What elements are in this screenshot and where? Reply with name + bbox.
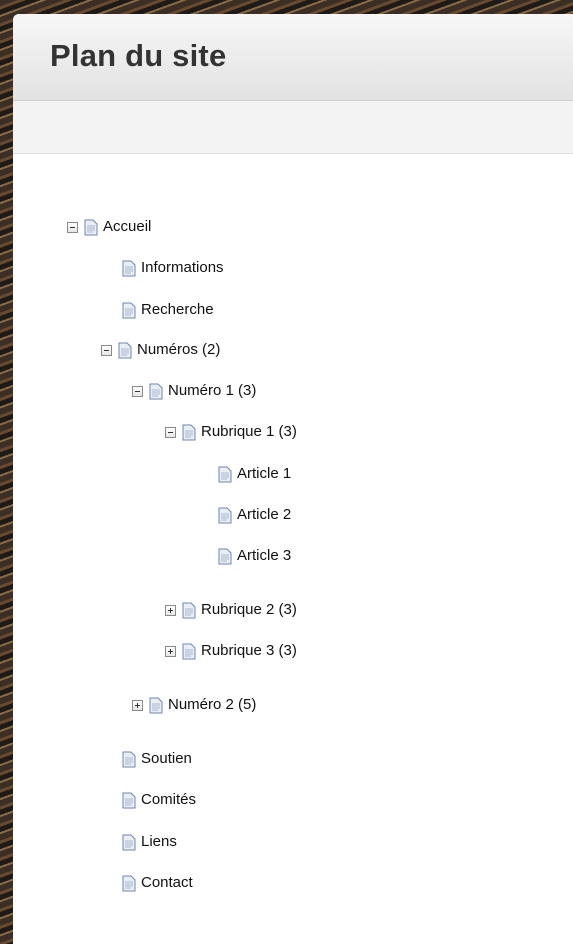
tree-node-article-2: Article 2 <box>218 505 291 525</box>
document-icon <box>182 643 196 659</box>
document-icon <box>122 792 136 808</box>
document-icon <box>149 697 163 713</box>
tree-link-article-2[interactable]: Article 2 <box>237 505 291 525</box>
document-icon <box>218 507 232 523</box>
collapse-icon[interactable] <box>132 385 143 397</box>
collapse-icon[interactable] <box>165 426 176 438</box>
tree-node-rubrique-1: Rubrique 1 (3) <box>165 422 297 442</box>
document-icon <box>122 751 136 767</box>
page-title: Plan du site <box>50 38 227 73</box>
tree-link-numero-2[interactable]: Numéro 2 (5) <box>168 695 256 715</box>
document-icon <box>218 548 232 564</box>
tree-node-recherche: Recherche <box>122 300 214 320</box>
tree-link-numero-1[interactable]: Numéro 1 (3) <box>168 381 256 401</box>
tree-node-liens: Liens <box>122 832 177 852</box>
tree-node-informations: Informations <box>122 258 224 278</box>
tree-node-rubrique-3: Rubrique 3 (3) <box>165 641 297 661</box>
document-icon <box>122 875 136 891</box>
expand-icon[interactable] <box>165 604 176 616</box>
tree-link-soutien[interactable]: Soutien <box>141 749 192 769</box>
document-icon <box>149 383 163 399</box>
tree-node-numeros: Numéros (2) <box>101 340 220 360</box>
document-icon <box>122 260 136 276</box>
collapse-icon[interactable] <box>101 344 112 356</box>
sitemap-panel: Plan du site Accueil Informations Recher… <box>13 14 573 944</box>
collapse-icon[interactable] <box>67 221 78 233</box>
tree-node-accueil: Accueil <box>67 217 151 237</box>
tree-link-rubrique-3[interactable]: Rubrique 3 (3) <box>201 641 297 661</box>
tree-node-contact: Contact <box>122 873 193 893</box>
tree-node-rubrique-2: Rubrique 2 (3) <box>165 600 297 620</box>
document-icon <box>122 302 136 318</box>
tree-link-article-3[interactable]: Article 3 <box>237 546 291 566</box>
tree-node-article-3: Article 3 <box>218 546 291 566</box>
tree-link-accueil[interactable]: Accueil <box>103 217 151 237</box>
tree-link-rubrique-2[interactable]: Rubrique 2 (3) <box>201 600 297 620</box>
document-icon <box>84 219 98 235</box>
tree-link-article-1[interactable]: Article 1 <box>237 464 291 484</box>
tree-node-soutien: Soutien <box>122 749 192 769</box>
tree-node-article-1: Article 1 <box>218 464 291 484</box>
tree-link-numeros[interactable]: Numéros (2) <box>137 340 220 360</box>
tree-node-numero-1: Numéro 1 (3) <box>132 381 256 401</box>
expand-icon[interactable] <box>165 645 176 657</box>
tree-link-recherche[interactable]: Recherche <box>141 300 214 320</box>
tree-link-contact[interactable]: Contact <box>141 873 193 893</box>
tree-link-informations[interactable]: Informations <box>141 258 224 278</box>
tree-node-comites: Comités <box>122 790 196 810</box>
document-icon <box>182 424 196 440</box>
document-icon <box>182 602 196 618</box>
panel-subbar <box>13 101 573 154</box>
document-icon <box>218 466 232 482</box>
document-icon <box>118 342 132 358</box>
panel-header: Plan du site <box>13 14 573 101</box>
tree-link-comites[interactable]: Comités <box>141 790 196 810</box>
document-icon <box>122 834 136 850</box>
tree-node-numero-2: Numéro 2 (5) <box>132 695 256 715</box>
tree-link-liens[interactable]: Liens <box>141 832 177 852</box>
expand-icon[interactable] <box>132 699 143 711</box>
tree-link-rubrique-1[interactable]: Rubrique 1 (3) <box>201 422 297 442</box>
